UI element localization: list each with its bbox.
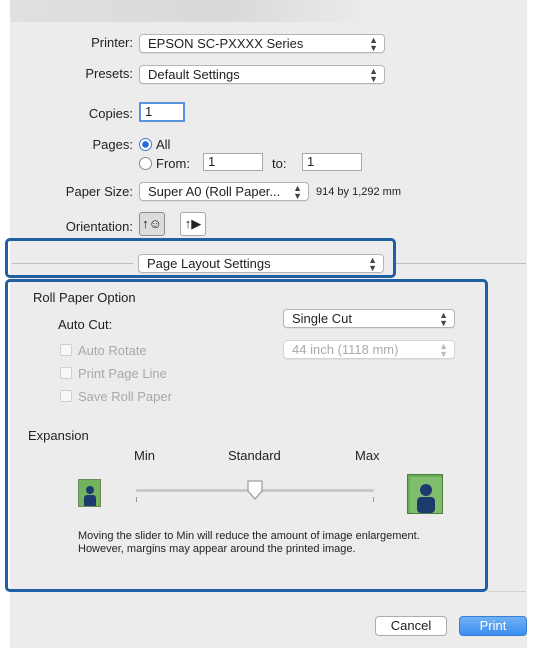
chevron-updown-icon: ▲ ▼: [293, 182, 302, 201]
portrait-icon: ↑☺: [142, 216, 162, 231]
highlight-panel-menu: [5, 238, 396, 278]
cancel-button[interactable]: Cancel: [375, 616, 447, 636]
pages-from-input[interactable]: 1: [203, 153, 263, 171]
title-bar-fade: [10, 0, 370, 22]
copies-input[interactable]: 1: [139, 102, 185, 122]
pages-all-label: All: [156, 137, 171, 152]
pages-to-input[interactable]: 1: [302, 153, 362, 171]
presets-select[interactable]: Default Settings ▲ ▼: [139, 65, 385, 84]
pages-to-label: to:: [272, 156, 287, 171]
printer-value: EPSON SC-PXXXX Series: [148, 36, 304, 51]
copies-label: Copies:: [88, 106, 133, 121]
landscape-icon: ↑▶: [184, 216, 202, 231]
printer-select[interactable]: EPSON SC-PXXXX Series ▲ ▼: [139, 34, 385, 53]
orientation-label: Orientation:: [65, 219, 133, 234]
presets-label: Presets:: [85, 66, 133, 81]
paper-size-label: Paper Size:: [65, 184, 133, 199]
orientation-landscape-button[interactable]: ↑▶: [180, 212, 206, 236]
separator-right: [396, 263, 526, 264]
pages-from-label: From:: [156, 156, 190, 171]
pages-label: Pages:: [92, 137, 133, 152]
paper-size-select[interactable]: Super A0 (Roll Paper... ▲ ▼: [139, 182, 309, 201]
highlight-layout-settings: [5, 279, 488, 592]
paper-dimensions: 914 by 1,292 mm: [316, 186, 401, 198]
pages-all-radio[interactable]: [139, 138, 152, 151]
chevron-updown-icon: ▲ ▼: [369, 65, 378, 84]
bottom-separator: [488, 591, 526, 592]
printer-label: Printer:: [91, 35, 133, 50]
presets-value: Default Settings: [148, 67, 240, 82]
orientation-portrait-button[interactable]: ↑☺: [139, 212, 165, 236]
chevron-updown-icon: ▲ ▼: [369, 34, 378, 53]
paper-size-value: Super A0 (Roll Paper...: [148, 184, 281, 199]
print-button[interactable]: Print: [459, 616, 527, 636]
pages-from-radio[interactable]: [139, 157, 152, 170]
